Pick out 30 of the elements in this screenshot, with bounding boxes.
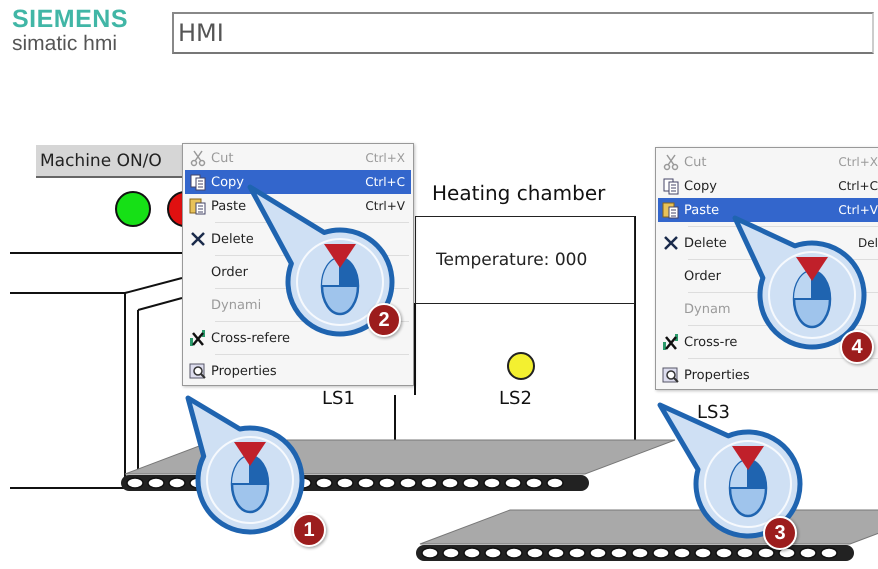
screen-title-field[interactable]: HMI	[172, 12, 874, 54]
scissors-icon	[662, 153, 680, 171]
clipboard-icon	[662, 201, 680, 219]
chamber-title: Heating chamber	[432, 181, 606, 205]
clipboard-icon	[189, 197, 207, 215]
sensor-label: LS3	[697, 402, 730, 423]
menu-item[interactable]: Copy Ctrl+C	[185, 170, 411, 194]
magnifier-document-icon	[189, 362, 207, 380]
copy-icon	[662, 177, 680, 195]
menu-item[interactable]: Delete Del	[658, 231, 878, 255]
machine-toggle-button[interactable]: Machine ON/O	[36, 145, 184, 178]
cross-reference-icon	[189, 329, 207, 347]
temperature-reading: Temperature: 000	[436, 250, 588, 270]
delete-icon	[662, 234, 680, 252]
menu-item[interactable]: Properties	[658, 363, 878, 387]
menu-item[interactable]: Paste Ctrl+V	[185, 194, 411, 218]
magnifier-document-icon	[662, 366, 680, 384]
product-name: simatic hmi	[12, 32, 118, 56]
menu-item[interactable]: Paste Ctrl+V	[658, 198, 878, 222]
menu-item[interactable]: Delete	[185, 227, 411, 251]
scissors-icon	[189, 149, 207, 167]
cross-reference-icon	[662, 333, 680, 351]
delete-icon	[189, 230, 207, 248]
copy-icon	[189, 173, 207, 191]
sensor-label: LS2	[499, 388, 532, 409]
menu-item[interactable]: Copy Ctrl+C	[658, 174, 878, 198]
sensor-label: LS1	[322, 388, 355, 409]
brand-logo: SIEMENS	[12, 6, 128, 32]
step-number-badge: 1	[292, 513, 326, 547]
menu-item[interactable]: Properties	[185, 359, 411, 383]
